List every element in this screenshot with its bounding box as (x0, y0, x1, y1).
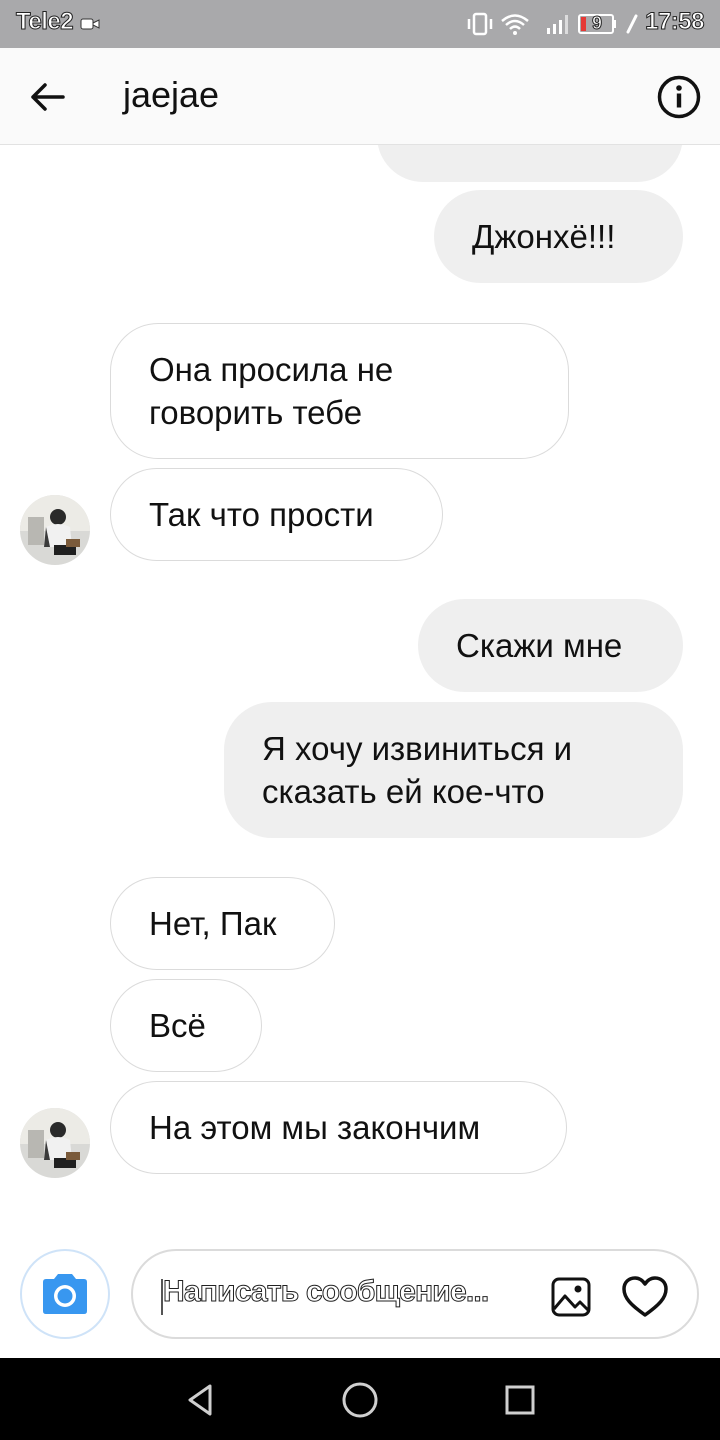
carrier-name: Tele2 (15, 8, 74, 36)
info-button[interactable] (656, 74, 702, 120)
avatar[interactable] (20, 495, 90, 565)
chat-header: jaejae (0, 48, 720, 145)
message-bubble-incoming[interactable]: Она просила не говорить тебе (110, 323, 569, 459)
message-bubble-outgoing[interactable]: Джонхё!!! (434, 190, 683, 283)
charging-icon (624, 12, 640, 36)
avatar-photo (20, 1108, 90, 1178)
battery-level: 9 (592, 13, 603, 34)
camera-icon (43, 1274, 87, 1314)
message-bubble-outgoing[interactable] (377, 145, 683, 182)
avatar[interactable] (20, 1108, 90, 1178)
message-input-placeholder: Написать сообщение... (162, 1275, 489, 1309)
camera-button[interactable] (20, 1249, 110, 1339)
message-bubble-incoming[interactable]: На этом мы закончим (110, 1081, 567, 1174)
nav-recents-icon (505, 1385, 535, 1415)
chat-title[interactable]: jaejae (123, 74, 219, 116)
gallery-icon (551, 1277, 591, 1317)
nav-back-icon (188, 1384, 212, 1416)
status-bar: Tele2 9 17:58 (0, 0, 720, 48)
avatar-photo (20, 495, 90, 565)
back-arrow-icon (31, 83, 65, 111)
message-bubble-outgoing[interactable]: Я хочу извиниться и сказать ей кое-что (224, 702, 683, 838)
message-bubble-outgoing[interactable]: Скажи мне (418, 599, 683, 692)
video-icon (80, 12, 100, 36)
message-bubble-incoming[interactable]: Всё (110, 979, 262, 1072)
message-bubble-incoming[interactable]: Так что прости (110, 468, 443, 561)
message-list[interactable]: Джонхё!!! Она просила не говорить тебе Т… (0, 145, 720, 1230)
gallery-button[interactable] (549, 1275, 593, 1319)
nav-home-icon (342, 1382, 378, 1418)
vibrate-icon (466, 12, 494, 36)
heart-icon (622, 1276, 668, 1317)
clock: 17:58 (645, 8, 705, 36)
like-button[interactable] (621, 1273, 669, 1321)
nav-back-button[interactable] (178, 1378, 222, 1422)
message-bubble-incoming[interactable]: Нет, Пак (110, 877, 335, 970)
back-button[interactable] (22, 72, 72, 122)
nav-home-button[interactable] (338, 1378, 382, 1422)
info-icon (657, 75, 701, 119)
message-composer: Написать сообщение... (0, 1230, 720, 1358)
wifi-icon (500, 12, 530, 36)
message-input[interactable]: Написать сообщение... (131, 1249, 699, 1339)
nav-recents-button[interactable] (498, 1378, 542, 1422)
system-navigation-bar (0, 1358, 720, 1440)
signal-icon (545, 12, 571, 36)
